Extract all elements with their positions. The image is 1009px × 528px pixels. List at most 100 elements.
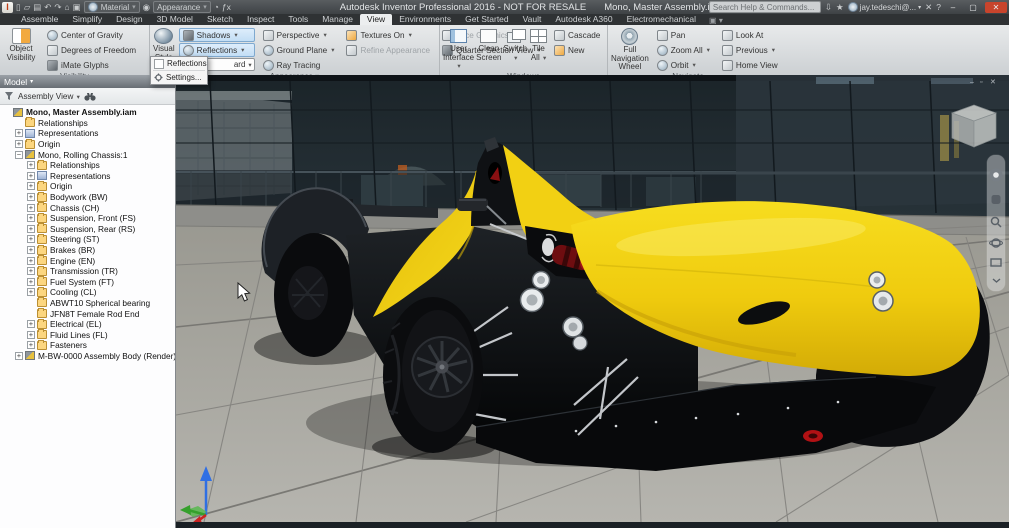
tab-design[interactable]: Design [109, 14, 149, 25]
filter-icon[interactable] [4, 91, 14, 101]
tree-item[interactable]: + Fluid Lines (FL) [0, 329, 175, 340]
perspective-button[interactable]: Perspective ▾ [259, 28, 339, 42]
a360-icon[interactable]: ✕ [925, 2, 932, 12]
pan-button[interactable]: Pan [653, 28, 714, 42]
tree-item[interactable]: ABWT10 Spherical bearing [0, 297, 175, 309]
tree-item[interactable]: + Engine (EN) [0, 255, 175, 266]
render-icon[interactable]: ▣ [73, 2, 81, 12]
tree-item[interactable]: + Origin [0, 138, 175, 150]
tree-item[interactable]: JFN8T Female Rod End [0, 308, 175, 319]
degrees-of-freedom-button[interactable]: Degrees of Freedom [43, 43, 140, 57]
tab-tools[interactable]: Tools [281, 14, 315, 25]
user-interface-button[interactable]: User Interface ▾ [443, 27, 474, 72]
tree-item[interactable]: + Representations [0, 171, 175, 182]
tree-item[interactable]: + Transmission (TR) [0, 265, 175, 277]
tree-item[interactable]: + Bodywork (BW) [0, 191, 175, 203]
assembly-view-selector[interactable]: Assembly View ▾ [18, 92, 80, 101]
tree-item[interactable]: + M-BW-0000 Assembly Body (Render):1 [0, 351, 175, 362]
reflections-button[interactable]: Reflections ▾ [178, 43, 255, 57]
expand-icon[interactable]: + [27, 214, 35, 223]
tree-item[interactable]: + Suspension, Front (FS) [0, 212, 175, 224]
tree-item[interactable]: + Brakes (BR) [0, 244, 175, 256]
search-binoculars-icon[interactable] [84, 92, 96, 101]
object-visibility-button[interactable]: Object Visibility [3, 27, 39, 62]
expand-icon[interactable]: + [27, 331, 35, 339]
expand-icon[interactable]: + [27, 278, 35, 286]
full-navigation-wheel-button[interactable]: Full Navigation Wheel [611, 27, 649, 72]
expand-icon[interactable]: + [27, 172, 35, 180]
adjust-icon[interactable]: ◔ [214, 2, 219, 12]
tree-item[interactable]: Relationships [0, 117, 175, 129]
tab-3d-model[interactable]: 3D Model [150, 14, 200, 25]
tree-item[interactable]: + Origin [0, 180, 175, 192]
tab-autodesk-a360[interactable]: Autodesk A360 [548, 14, 619, 25]
search-input[interactable]: Search Help & Commands... [708, 1, 821, 13]
center-of-gravity-button[interactable]: Center of Gravity [43, 28, 140, 42]
tree-item[interactable]: − Mono, Rolling Chassis:1 [0, 149, 175, 160]
orbit-button[interactable]: Orbit ▾ [653, 58, 714, 72]
expand-icon[interactable]: + [27, 341, 35, 350]
tab-electromechanical[interactable]: Electromechanical [620, 14, 703, 25]
help-icon[interactable]: ? [936, 2, 941, 12]
appearance-combo[interactable]: Appearance ▾ [153, 1, 211, 13]
reflections-checkbox[interactable] [154, 58, 164, 69]
refine-appearance-button[interactable]: Refine Appearance [342, 43, 434, 57]
collapse-icon[interactable]: − [15, 150, 23, 159]
tile-all-button[interactable]: Tile All ▾ [529, 27, 548, 63]
sign-in-icon[interactable]: ⇩ [825, 2, 832, 12]
expand-icon[interactable]: + [27, 235, 35, 244]
imate-glyphs-button[interactable]: iMate Glyphs [43, 58, 140, 72]
favorites-star-icon[interactable]: ★ [836, 2, 844, 12]
viewport-3d-canvas[interactable]: – ▫ ✕ [176, 75, 1009, 528]
tree-item[interactable]: + Electrical (EL) [0, 318, 175, 330]
cascade-button[interactable]: Cascade [550, 28, 604, 42]
pan-icon[interactable] [991, 195, 1001, 204]
tree-item[interactable]: + Fasteners [0, 339, 175, 351]
navigation-bar[interactable] [986, 154, 1006, 292]
tree-item[interactable]: Mono, Master Assembly.iam [0, 107, 175, 118]
new-file-icon[interactable]: ▯ [16, 2, 21, 12]
zoom-all-button[interactable]: Zoom All ▾ [653, 43, 714, 57]
screencast-icon[interactable]: ▣ ▾ [703, 16, 729, 25]
expand-icon[interactable]: + [27, 203, 35, 212]
tab-manage[interactable]: Manage [315, 14, 360, 25]
user-account[interactable]: jay.tedeschi@... ▾ [847, 2, 921, 12]
ground-plane-button[interactable]: Ground Plane ▾ [259, 43, 339, 57]
expand-icon[interactable]: + [27, 256, 35, 265]
save-icon[interactable]: ▤ [33, 2, 41, 12]
clean-screen-button[interactable]: Clean Screen [476, 27, 501, 62]
tree-item[interactable]: + Steering (ST) [0, 233, 175, 245]
inventor-logo-icon[interactable]: I [2, 1, 13, 13]
expand-icon[interactable]: + [27, 193, 35, 202]
tab-assemble[interactable]: Assemble [14, 14, 65, 25]
switch-button[interactable]: Switch ▾ [503, 27, 527, 63]
tree-item[interactable]: + Representations [0, 128, 175, 139]
textures-on-button[interactable]: Textures On ▾ [342, 28, 434, 42]
expand-icon[interactable]: + [15, 352, 23, 360]
redo-icon[interactable]: ↷ [54, 2, 61, 12]
menu-item-reflections[interactable]: Reflections [151, 57, 207, 70]
tab-get-started[interactable]: Get Started [458, 14, 515, 25]
viewcube[interactable] [950, 104, 998, 148]
tab-sketch[interactable]: Sketch [200, 14, 240, 25]
undo-icon[interactable]: ↶ [44, 2, 51, 12]
expand-icon[interactable]: + [27, 225, 35, 233]
tree-item[interactable]: + Relationships [0, 159, 175, 171]
close-button[interactable]: ✕ [985, 1, 1007, 13]
tab-simplify[interactable]: Simplify [65, 14, 109, 25]
tree-item[interactable]: + Suspension, Rear (RS) [0, 223, 175, 235]
maximize-button[interactable]: ▢ [965, 2, 981, 13]
new-window-button[interactable]: New [550, 43, 604, 57]
expand-icon[interactable]: + [27, 320, 35, 329]
minimize-button[interactable]: – [945, 2, 961, 13]
browser-header[interactable]: Model ▾ [0, 75, 175, 88]
expand-icon[interactable]: + [27, 182, 35, 191]
parameters-icon[interactable]: ƒx [222, 2, 231, 12]
menu-item-settings[interactable]: Settings... [151, 71, 207, 84]
tree-item[interactable]: + Cooling (CL) [0, 286, 175, 298]
shadows-button[interactable]: Shadows ▾ [178, 28, 255, 42]
expand-icon[interactable]: + [27, 161, 35, 170]
expand-icon[interactable]: + [15, 140, 23, 149]
expand-icon[interactable]: + [15, 129, 23, 138]
tab-environments[interactable]: Environments [392, 14, 458, 25]
